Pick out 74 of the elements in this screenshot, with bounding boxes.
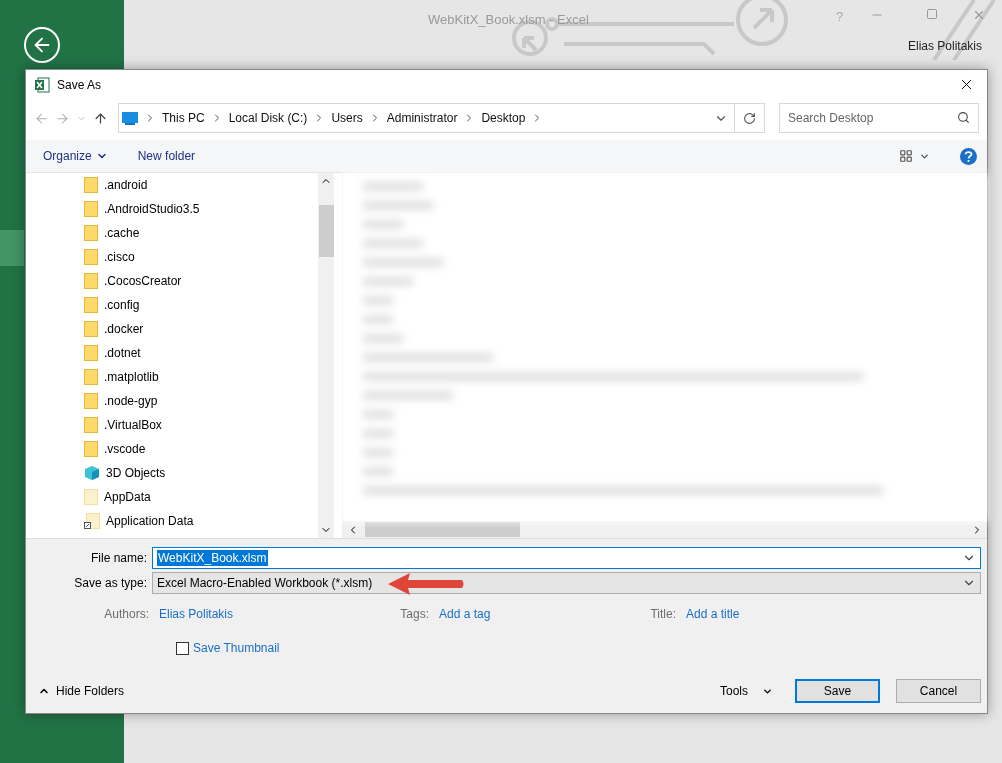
folder-icon: [84, 441, 98, 457]
maximize-button[interactable]: [924, 6, 940, 22]
monitor-icon: [122, 111, 138, 125]
metadata-link[interactable]: Elias Politakis: [159, 607, 234, 621]
folder-icon: [84, 297, 98, 313]
folder-icon: [84, 321, 98, 337]
breadcrumb-item[interactable]: This PC: [162, 111, 205, 125]
folder-tree-item[interactable]: .VirtualBox: [84, 413, 318, 437]
search-icon: [957, 111, 970, 124]
folder-tree-item[interactable]: .cisco: [84, 245, 318, 269]
maximize-icon: [926, 8, 938, 20]
folder-tree-item[interactable]: .node-gyp: [84, 389, 318, 413]
folder-icon: [84, 201, 98, 217]
folder-tree-item[interactable]: .matplotlib: [84, 365, 318, 389]
file-name-field[interactable]: WebKitX_Book.xlsm: [152, 546, 981, 569]
folder-icon: [84, 417, 98, 433]
organize-menu-button[interactable]: Organize: [43, 149, 108, 163]
scrollbar-thumb[interactable]: [318, 204, 334, 257]
refresh-icon: [743, 111, 756, 125]
metadata-label: Tags:: [399, 607, 429, 621]
folder-tree-item[interactable]: .vscode: [84, 437, 318, 461]
back-button[interactable]: [24, 27, 60, 63]
field-label: File name:: [89, 550, 147, 565]
new-folder-button[interactable]: New folder: [137, 149, 196, 163]
breadcrumb-item[interactable]: Users: [331, 111, 363, 125]
folder-tree-item[interactable]: 3D Objects: [84, 461, 318, 485]
folder-tree-item[interactable]: .dotnet: [84, 341, 318, 365]
horizontal-scrollbar[interactable]: [343, 521, 987, 538]
user-name[interactable]: Elias Politakis: [907, 39, 982, 53]
app-title: WebKitX_Book.xlsm - Excel: [428, 12, 589, 27]
folder-tree-item[interactable]: .cache: [84, 221, 318, 245]
folder-icon: [84, 345, 98, 361]
metadata-link[interactable]: Add a title: [686, 607, 740, 621]
help-icon[interactable]: [960, 147, 977, 165]
up-button[interactable]: [93, 110, 108, 126]
folder-icon: [84, 273, 98, 289]
checkbox-label[interactable]: Save Thumbnail: [193, 641, 280, 655]
folder-icon: [84, 393, 98, 409]
dialog-button[interactable]: Save: [795, 679, 880, 703]
dialog-button[interactable]: Cancel: [896, 679, 981, 703]
breadcrumb-item[interactable]: Local Disk (C:): [228, 111, 308, 125]
tools-menu-button[interactable]: Tools: [714, 683, 779, 699]
metadata-label: Authors:: [103, 607, 149, 621]
search-field[interactable]: Search Desktop: [779, 103, 979, 133]
vertical-scrollbar[interactable]: [318, 173, 334, 538]
folder-tree-item[interactable]: .android: [84, 173, 318, 197]
hide-folders-button[interactable]: Hide Folders: [38, 684, 125, 698]
address-bar[interactable]: This PC Local Disk (C:) Users Administrator Desktop: [118, 103, 765, 133]
view-options-button[interactable]: [899, 149, 930, 163]
field-label: Save as type:: [73, 575, 147, 590]
metadata-label: Title:: [649, 607, 676, 621]
folder-tree-item[interactable]: .CocosCreator: [84, 269, 318, 293]
checkbox[interactable]: [176, 641, 189, 655]
cube-icon: [84, 465, 100, 481]
folder-icon: [84, 369, 98, 385]
shortcut-folder-icon: [84, 513, 100, 529]
breadcrumb-item[interactable]: Desktop: [481, 111, 526, 125]
scrollbar-thumb[interactable]: [365, 522, 520, 537]
breadcrumb-item[interactable]: Administrator: [386, 111, 458, 125]
close-icon: [972, 8, 986, 22]
folder-icon: [84, 489, 98, 505]
metadata-link[interactable]: Add a tag: [439, 607, 491, 621]
folder-tree-item[interactable]: .config: [84, 293, 318, 317]
folder-icon: [84, 249, 98, 265]
grid-view-icon: [899, 149, 913, 163]
folder-tree-item[interactable]: AppData: [84, 485, 318, 509]
dialog-title: Save As: [57, 77, 103, 92]
folder-tree-item[interactable]: .docker: [84, 317, 318, 341]
folder-tree-item[interactable]: .AndroidStudio3.5: [84, 197, 318, 221]
folder-tree-item[interactable]: Application Data: [84, 509, 318, 533]
spreadsheet-app-icon: [34, 76, 50, 93]
folder-icon: [84, 177, 98, 193]
folder-icon: [84, 225, 98, 241]
save-as-type-dropdown[interactable]: Excel Macro-Enabled Workbook (*.xlsm): [152, 571, 981, 594]
